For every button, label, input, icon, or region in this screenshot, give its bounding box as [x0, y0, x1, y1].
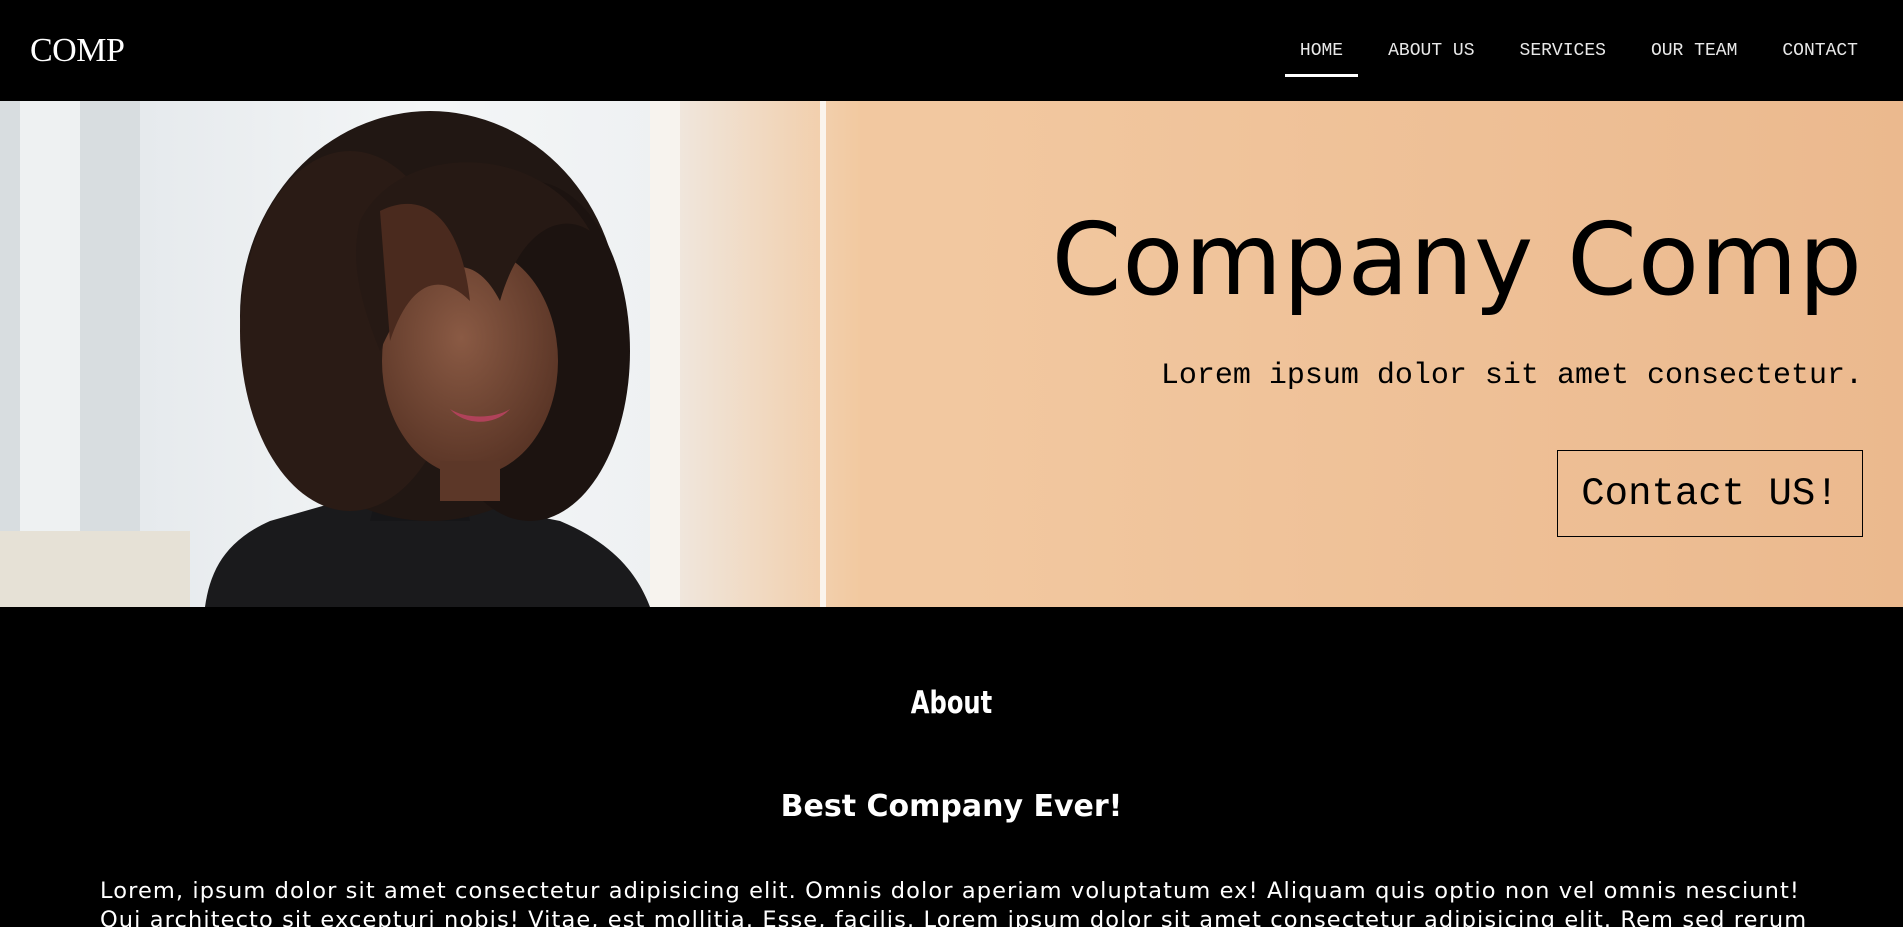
- hero-subtitle: Lorem ipsum dolor sit amet consectetur.: [1160, 359, 1863, 393]
- nav-link-about-us[interactable]: ABOUT US: [1373, 0, 1489, 101]
- navbar: COMP HOME ABOUT US SERVICES OUR TEAM CON…: [0, 0, 1903, 101]
- about-subheading: Best Company Ever!: [780, 789, 1123, 824]
- logo[interactable]: COMP: [30, 32, 125, 70]
- nav-link-our-team[interactable]: OUR TEAM: [1636, 0, 1752, 101]
- about-heading: About: [910, 685, 993, 721]
- hero-title: Company Comp: [1051, 201, 1863, 318]
- about-body-text: Lorem, ipsum dolor sit amet consectetur …: [100, 878, 1808, 927]
- nav-link-contact[interactable]: CONTACT: [1767, 0, 1873, 101]
- nav-link-home[interactable]: HOME: [1284, 0, 1359, 101]
- hero-photo: [0, 101, 860, 607]
- nav-link-services[interactable]: SERVICES: [1505, 0, 1621, 101]
- nav-links: HOME ABOUT US SERVICES OUR TEAM CONTACT: [1270, 0, 1873, 101]
- contact-us-button[interactable]: Contact US!: [1557, 450, 1863, 537]
- about-section: About Best Company Ever! Lorem, ipsum do…: [0, 607, 1903, 927]
- hero-section: Company Comp Lorem ipsum dolor sit amet …: [0, 101, 1903, 607]
